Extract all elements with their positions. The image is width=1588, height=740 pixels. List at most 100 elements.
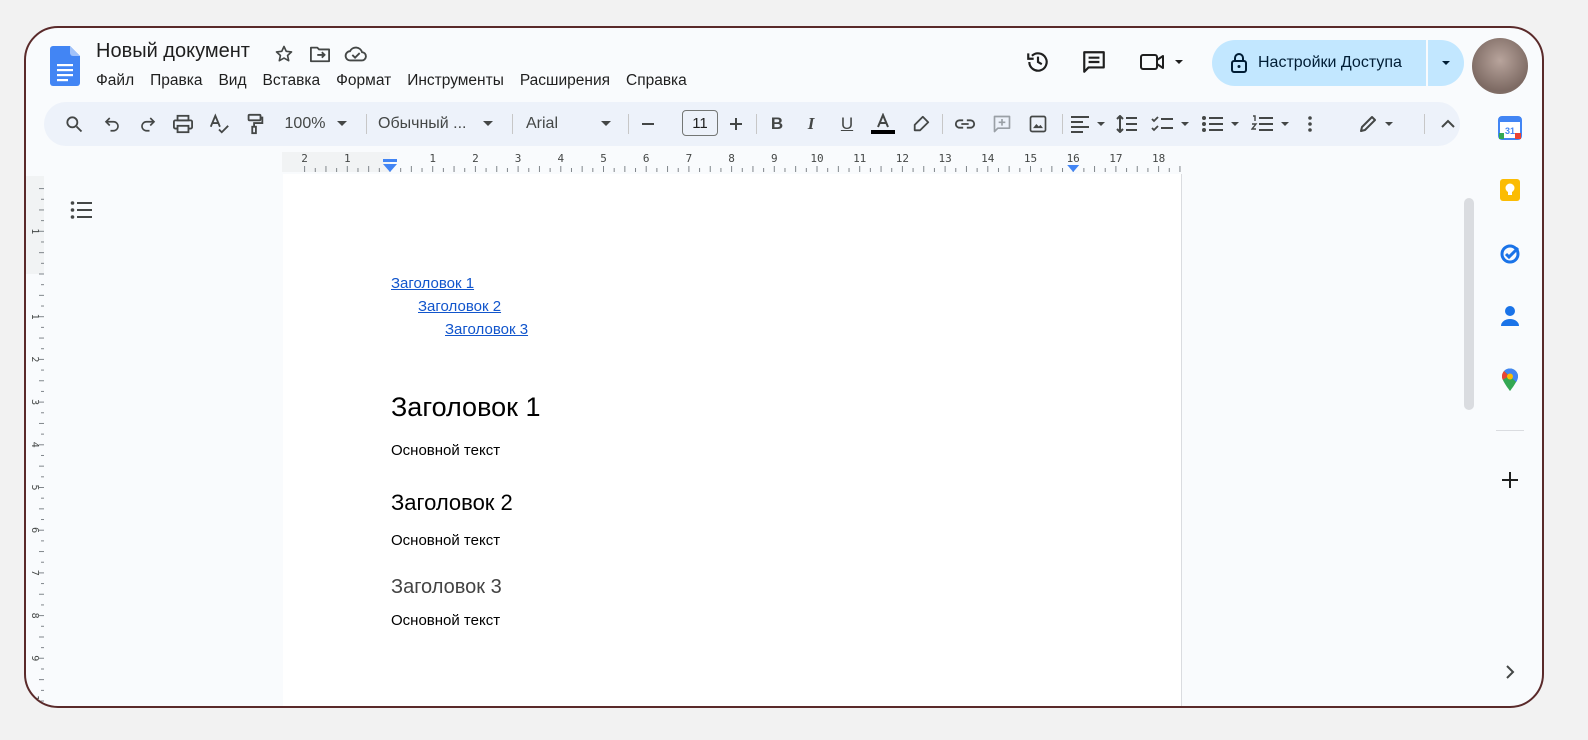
- toolbar-divider: [1062, 114, 1063, 134]
- add-comment-icon[interactable]: [988, 102, 1016, 146]
- ruler-label: 2: [472, 152, 479, 165]
- document-outline-icon[interactable]: [70, 200, 98, 224]
- zoom-caret-icon[interactable]: [334, 102, 350, 146]
- underline-icon[interactable]: U: [834, 102, 860, 146]
- font-size-input[interactable]: 11: [682, 110, 718, 136]
- decrease-font-size-icon[interactable]: [636, 102, 660, 146]
- style-caret-icon[interactable]: [480, 102, 496, 146]
- ruler-label: 7: [29, 570, 40, 576]
- ruler-label: 2: [301, 152, 308, 165]
- paint-format-icon[interactable]: [242, 102, 268, 146]
- ruler-label: 5: [600, 152, 607, 165]
- spellcheck-icon[interactable]: [206, 102, 232, 146]
- star-icon[interactable]: [272, 42, 296, 66]
- ruler-label: 8: [29, 613, 40, 619]
- heading-2: Заголовок 2: [391, 490, 513, 515]
- keep-icon[interactable]: [1496, 176, 1524, 204]
- move-folder-icon[interactable]: [308, 42, 332, 66]
- insert-link-icon[interactable]: [950, 102, 980, 146]
- ruler-label: 1: [29, 228, 40, 234]
- ruler-label: 4: [29, 442, 40, 448]
- ruler-label: 17: [1109, 152, 1122, 165]
- insert-image-icon[interactable]: [1024, 102, 1052, 146]
- toolbar: 100% Обычный ... Arial 11 B I U: [44, 102, 1460, 146]
- search-menus-icon[interactable]: [62, 102, 86, 146]
- numbered-list-icon[interactable]: [1250, 102, 1292, 146]
- add-icon[interactable]: [1496, 466, 1524, 494]
- ruler-label: 3: [515, 152, 522, 165]
- collapse-menus-icon[interactable]: [1436, 102, 1460, 146]
- line-spacing-icon[interactable]: [1114, 102, 1140, 146]
- document-page[interactable]: Заголовок 1 Заголовок 2 Заголовок 3 Заго…: [283, 174, 1182, 706]
- ruler-label: 1: [29, 314, 40, 320]
- contacts-icon[interactable]: [1496, 302, 1524, 330]
- cloud-saved-icon[interactable]: [344, 42, 368, 66]
- avatar[interactable]: [1472, 38, 1528, 94]
- editing-mode-icon[interactable]: [1358, 102, 1400, 146]
- toc-link-heading-3[interactable]: Заголовок 3: [445, 318, 528, 341]
- ruler-label: 6: [643, 152, 650, 165]
- ruler-margin-top: [26, 176, 44, 274]
- increase-font-size-icon[interactable]: [724, 102, 748, 146]
- ruler-label: 1: [429, 152, 436, 165]
- vertical-scrollbar[interactable]: [1464, 198, 1474, 410]
- bold-icon[interactable]: B: [764, 102, 790, 146]
- ruler-margin-left: [282, 152, 390, 172]
- history-icon[interactable]: [1018, 42, 1058, 82]
- title-actions: [272, 42, 368, 66]
- toolbar-divider: [756, 114, 757, 134]
- comments-icon[interactable]: [1074, 42, 1114, 82]
- ruler-label: 10: [810, 152, 823, 165]
- meet-icon[interactable]: [1134, 42, 1190, 82]
- toolbar-divider: [942, 114, 943, 134]
- ruler-label: 11: [853, 152, 866, 165]
- italic-icon[interactable]: I: [798, 102, 824, 146]
- document-title[interactable]: Новый документ: [96, 40, 250, 63]
- menu-extensions[interactable]: Расширения: [512, 70, 618, 92]
- menu-insert[interactable]: Вставка: [255, 70, 329, 92]
- share-button-group: Настройки Доступа: [1212, 40, 1464, 86]
- ruler-label: 12: [896, 152, 909, 165]
- toolbar-divider: [366, 114, 367, 134]
- ruler-label: 13: [938, 152, 951, 165]
- heading-3: Заголовок 3: [391, 576, 502, 598]
- menu-format[interactable]: Формат: [328, 70, 399, 92]
- calendar-icon[interactable]: 31: [1496, 114, 1524, 142]
- ruler-label: 16: [1067, 152, 1080, 165]
- font-select[interactable]: Arial: [526, 102, 586, 146]
- menu-view[interactable]: Вид: [210, 70, 254, 92]
- toc-link-heading-2[interactable]: Заголовок 2: [418, 295, 528, 318]
- ruler-label: 10: [29, 695, 40, 706]
- toc-link-heading-1[interactable]: Заголовок 1: [391, 272, 528, 295]
- docs-logo-icon[interactable]: [50, 46, 80, 86]
- undo-icon[interactable]: [100, 102, 124, 146]
- first-line-indent-marker[interactable]: [383, 159, 397, 162]
- tasks-icon[interactable]: [1496, 240, 1524, 268]
- style-select[interactable]: Обычный ...: [378, 102, 474, 146]
- maps-icon[interactable]: [1496, 366, 1524, 394]
- share-dropdown-button[interactable]: [1428, 59, 1464, 67]
- text-color-icon[interactable]: [868, 102, 898, 146]
- ruler-label: 18: [1152, 152, 1165, 165]
- more-options-icon[interactable]: [1300, 102, 1320, 146]
- checklist-icon[interactable]: [1150, 102, 1192, 146]
- vertical-ruler[interactable]: 1 1 2 3 4 5 6 7 8 9 10: [26, 176, 44, 706]
- font-caret-icon[interactable]: [598, 102, 614, 146]
- chevron-right-icon[interactable]: [1496, 658, 1524, 686]
- right-indent-marker[interactable]: [1067, 165, 1080, 172]
- ruler-label: 7: [686, 152, 693, 165]
- print-icon[interactable]: [170, 102, 196, 146]
- menu-tools[interactable]: Инструменты: [399, 70, 512, 92]
- horizontal-ruler[interactable]: 2 1 1 2 3 4 5 6 7 8 9 10 11 12 13 14 15 16 17 18: [282, 152, 1182, 172]
- menu-edit[interactable]: Правка: [142, 70, 210, 92]
- ruler-label: 9: [29, 655, 40, 661]
- redo-icon[interactable]: [136, 102, 160, 146]
- align-left-icon[interactable]: [1068, 102, 1108, 146]
- menu-help[interactable]: Справка: [618, 70, 695, 92]
- menu-file[interactable]: Файл: [88, 70, 142, 92]
- share-button[interactable]: Настройки Доступа: [1212, 40, 1426, 86]
- bulleted-list-icon[interactable]: [1200, 102, 1242, 146]
- zoom-select[interactable]: 100%: [280, 102, 330, 146]
- body-paragraph: Основной текст: [391, 612, 501, 629]
- highlight-color-icon[interactable]: [908, 102, 934, 146]
